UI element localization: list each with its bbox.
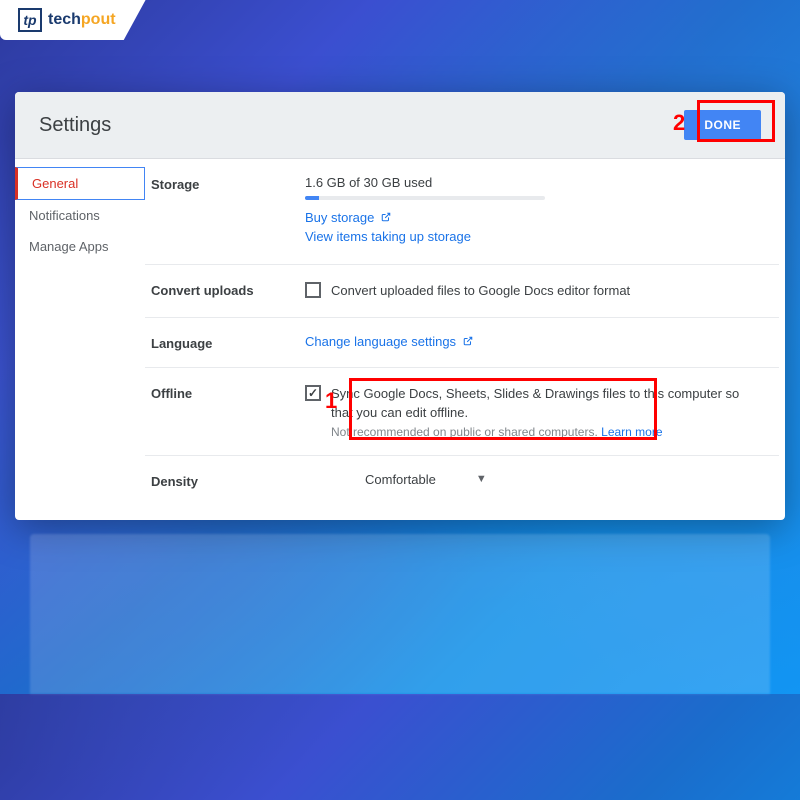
convert-checkbox[interactable]: [305, 282, 321, 298]
offline-checkbox[interactable]: [305, 385, 321, 401]
dialog-header: Settings DONE: [15, 92, 785, 159]
row-convert: Convert uploads Convert uploaded files t…: [145, 265, 779, 318]
site-logo: tp techpout: [0, 0, 146, 40]
logo-icon: tp: [18, 8, 42, 32]
density-dropdown[interactable]: Comfortable ▼: [365, 472, 487, 487]
row-language: Language Change language settings: [145, 318, 779, 368]
logo-text: techpout: [48, 11, 116, 29]
settings-dialog: Settings DONE General Notifications Mana…: [15, 92, 785, 520]
row-storage: Storage 1.6 GB of 30 GB used Buy storage…: [145, 159, 779, 265]
convert-checkbox-label: Convert uploaded files to Google Docs ed…: [331, 281, 630, 301]
external-link-icon: [381, 210, 391, 225]
dialog-title: Settings: [39, 114, 111, 137]
offline-sub-text: Not recommended on public or shared comp…: [331, 425, 759, 439]
done-button[interactable]: DONE: [684, 110, 761, 140]
language-settings-link[interactable]: Change language settings: [305, 334, 473, 349]
label-language: Language: [145, 334, 305, 351]
row-offline: Offline Sync Google Docs, Sheets, Slides…: [145, 368, 779, 456]
reflection: Density Comfortable ▼: [15, 534, 785, 694]
chevron-down-icon: ▼: [476, 473, 487, 485]
sidebar-item-manage-apps[interactable]: Manage Apps: [15, 231, 145, 262]
sidebar-item-general[interactable]: General: [15, 167, 145, 200]
label-offline: Offline: [145, 384, 305, 439]
external-link-icon: [463, 334, 473, 349]
view-items-link[interactable]: View items taking up storage: [305, 229, 759, 244]
settings-sidebar: General Notifications Manage Apps: [15, 159, 145, 520]
sidebar-item-notifications[interactable]: Notifications: [15, 200, 145, 231]
buy-storage-link[interactable]: Buy storage: [305, 210, 759, 225]
label-convert: Convert uploads: [145, 281, 305, 301]
row-density: Density Comfortable ▼: [145, 456, 779, 505]
offline-checkbox-label: Sync Google Docs, Sheets, Slides & Drawi…: [331, 384, 759, 423]
storage-usage-text: 1.6 GB of 30 GB used: [305, 175, 759, 190]
label-density: Density: [145, 472, 305, 489]
dialog-body: General Notifications Manage Apps Storag…: [15, 159, 785, 520]
settings-content[interactable]: Storage 1.6 GB of 30 GB used Buy storage…: [145, 159, 785, 520]
label-storage: Storage: [145, 175, 305, 248]
density-value: Comfortable: [365, 472, 436, 487]
offline-learn-more-link[interactable]: Learn more: [601, 425, 662, 439]
storage-bar: [305, 196, 545, 200]
